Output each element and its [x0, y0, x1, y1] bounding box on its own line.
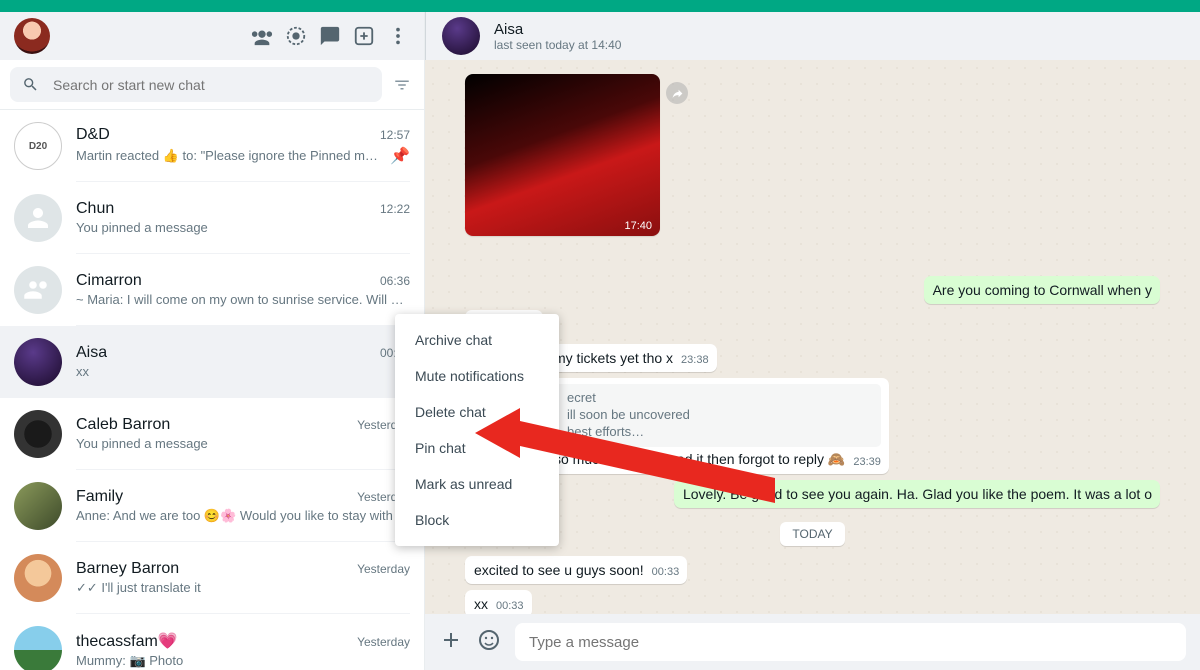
ctx-archive[interactable]: Archive chat: [395, 322, 559, 358]
filter-icon[interactable]: [390, 73, 414, 97]
chat-time: 12:22: [380, 202, 410, 216]
incoming-message[interactable]: excited to see u guys soon! 00:33: [465, 556, 687, 584]
chat-row[interactable]: Chun 12:22 You pinned a message: [0, 182, 424, 254]
emoji-icon[interactable]: [477, 628, 501, 657]
chat-avatar: [14, 266, 62, 314]
chat-name: Aisa: [76, 344, 107, 362]
message-time: 00:33: [652, 566, 680, 578]
chat-time: 12:57: [380, 128, 410, 142]
chat-avatar: [14, 554, 62, 602]
ctx-mute[interactable]: Mute notifications: [395, 358, 559, 394]
chat-row[interactable]: thecassfam💗 Yesterday Mummy: 📷 Photo: [0, 614, 424, 670]
chat-header[interactable]: Aisa last seen today at 14:40: [425, 12, 1200, 60]
chat-preview: ✓✓ I'll just translate it: [76, 580, 410, 596]
quote-line: best efforts…: [567, 424, 871, 441]
context-menu: Archive chat Mute notifications Delete c…: [395, 314, 559, 546]
date-label: TODAY: [780, 522, 844, 546]
message-text: so much!!! sorry i read it then forgot t…: [554, 451, 845, 467]
search-box[interactable]: [10, 67, 382, 102]
menu-icon[interactable]: [386, 24, 410, 48]
message-text: Are you coming to Cornwall when y: [933, 282, 1152, 298]
message-time: 23:38: [681, 354, 709, 366]
incoming-message[interactable]: my tickets yet tho x 23:38: [545, 344, 717, 372]
chat-row[interactable]: Barney Barron Yesterday ✓✓ I'll just tran…: [0, 542, 424, 614]
chat-preview: Anne: And we are too 😊🌸 Would you like t…: [76, 508, 410, 524]
quote-line: ill soon be uncovered: [567, 407, 871, 424]
composer: [425, 614, 1200, 670]
new-chat-plus-icon[interactable]: [352, 24, 376, 48]
chat-preview: ~ Maria: I will come on my own to sunris…: [76, 292, 410, 307]
chat-list: D20 D&D 12:57 Martin reacted 👍 to: "Pleas…: [0, 110, 424, 670]
chat-row[interactable]: Caleb BarronYesterday You pinned a messa…: [0, 398, 424, 470]
status-icon[interactable]: [284, 24, 308, 48]
chat-name: Chun: [76, 200, 114, 218]
chat-avatar: [14, 482, 62, 530]
outgoing-message[interactable]: Lovely. Be good to see you again. Ha. Gl…: [674, 480, 1160, 508]
media-time: 17:40: [624, 220, 652, 232]
message-time: 00:33: [496, 600, 524, 612]
chat-name: Family: [76, 488, 123, 506]
sidebar-header: [0, 12, 424, 60]
ctx-mark-unread[interactable]: Mark as unread: [395, 466, 559, 502]
chat-name: Cimarron: [76, 272, 142, 290]
forward-icon[interactable]: [666, 82, 688, 104]
search-icon: [22, 76, 39, 93]
chat-row[interactable]: Cimarron 06:36 ~ Maria: I will come on my…: [0, 254, 424, 326]
chat-preview: Martin reacted 👍 to: "Please ignore the …: [76, 148, 384, 164]
outgoing-message[interactable]: Are you coming to Cornwall when y: [924, 276, 1160, 304]
chat-row[interactable]: FamilyYesterday Anne: And we are too 😊🌸 …: [0, 470, 424, 542]
window-titlebar: [0, 0, 1200, 12]
chat-preview: You pinned a message: [76, 220, 410, 235]
media-message[interactable]: 17:40: [465, 74, 660, 236]
pin-icon: 📌: [390, 146, 410, 166]
ctx-pin[interactable]: Pin chat: [395, 430, 559, 466]
chat-avatar: [14, 194, 62, 242]
chat-avatar: [14, 410, 62, 458]
quoted-reply: ecret ill soon be uncovered best efforts…: [554, 384, 881, 447]
message-text: xx: [474, 596, 488, 612]
sidebar: D20 D&D 12:57 Martin reacted 👍 to: "Pleas…: [0, 12, 425, 670]
message-time: 23:39: [853, 456, 881, 468]
chat-preview: You pinned a message: [76, 436, 410, 451]
chat-time: Yesterday: [357, 635, 410, 649]
date-separator: TODAY: [465, 522, 1160, 546]
chat-avatar: D20: [14, 122, 62, 170]
chat-time: Yesterday: [357, 562, 410, 576]
message-text: my tickets yet tho x: [554, 350, 673, 366]
chat-row[interactable]: D20 D&D 12:57 Martin reacted 👍 to: "Pleas…: [0, 110, 424, 182]
chat-preview: Mummy: 📷 Photo: [76, 653, 410, 669]
new-chat-icon[interactable]: [318, 24, 342, 48]
chat-header-avatar[interactable]: [442, 17, 480, 55]
chat-time: 06:36: [380, 274, 410, 288]
communities-icon[interactable]: [250, 24, 274, 48]
chat-name: D&D: [76, 126, 110, 144]
chat-avatar: [14, 338, 62, 386]
chat-preview: xx: [76, 364, 410, 379]
profile-avatar[interactable]: [14, 18, 50, 54]
chat-name: thecassfam💗: [76, 631, 178, 651]
chat-avatar: [14, 626, 62, 670]
chat-header-status: last seen today at 14:40: [494, 38, 621, 52]
incoming-message[interactable]: xx 00:33: [465, 590, 532, 614]
ctx-block[interactable]: Block: [395, 502, 559, 538]
incoming-message-quoted[interactable]: ecret ill soon be uncovered best efforts…: [545, 378, 889, 474]
attach-icon[interactable]: [439, 628, 463, 657]
message-input[interactable]: [515, 623, 1186, 661]
chat-name: Barney Barron: [76, 560, 179, 578]
search-input[interactable]: [53, 77, 370, 93]
message-text: Lovely. Be good to see you again. Ha. Gl…: [683, 486, 1152, 502]
quote-line: ecret: [567, 390, 871, 407]
chat-row-active[interactable]: Aisa00:33 xx: [0, 326, 424, 398]
message-text: excited to see u guys soon!: [474, 562, 644, 578]
chat-header-name: Aisa: [494, 21, 621, 38]
chat-name: Caleb Barron: [76, 416, 170, 434]
ctx-delete[interactable]: Delete chat: [395, 394, 559, 430]
